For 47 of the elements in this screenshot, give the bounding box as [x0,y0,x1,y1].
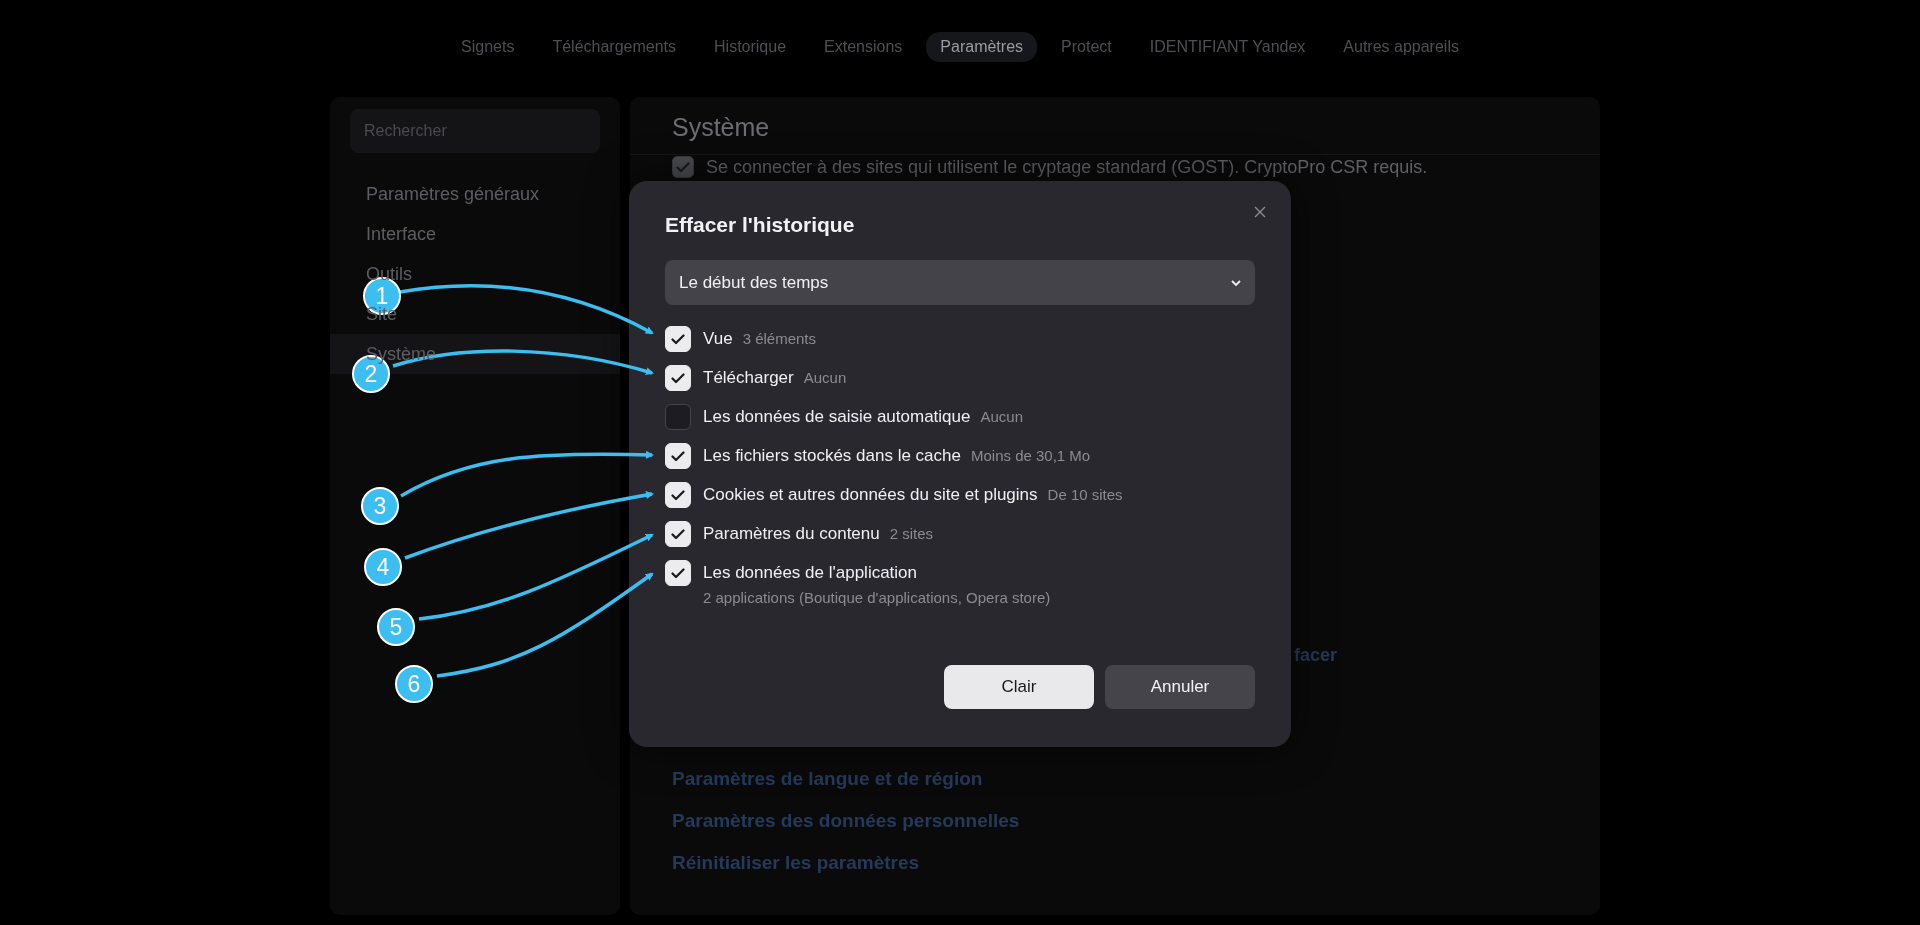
nav-tab[interactable]: Autres appareils [1329,32,1473,62]
dialog-title: Effacer l'historique [665,213,856,237]
option-detail: Aucun [980,408,1023,425]
nav-tab[interactable]: IDENTIFIANT Yandex [1135,32,1320,62]
check-icon [671,450,685,462]
check-icon [671,372,685,384]
option-label: Les données de l'application [703,563,918,583]
nav-tab[interactable]: Extensions [810,32,917,62]
nav-tab[interactable]: Historique [700,32,801,62]
option-label: Se connecter à des sites qui utilisent le cryptage standard (GOST). CryptoPro CSR requis. [706,156,1428,178]
check-icon [676,161,690,173]
checkbox[interactable] [672,156,694,178]
sidebar-item[interactable]: Paramètres généraux [366,183,540,205]
nav-tab[interactable]: Protect [1047,32,1126,62]
check-icon [671,528,685,540]
option-label: Les données de saisie automatique [703,407,971,427]
search-field[interactable]: Rechercher [350,109,600,153]
option-label: Cookies et autres données du site et plugins [703,485,1038,505]
section-title: Système [630,97,1600,155]
check-icon [671,489,685,501]
option-label: Paramètres du contenu [703,524,880,544]
cancel-button[interactable]: Annuler [1105,665,1255,709]
nav-tab[interactable]: Téléchargements [538,32,691,62]
option-label: Les fichiers stockés dans le cache [703,446,961,466]
option-label: Vue [703,329,733,349]
check-icon [671,567,685,579]
option-label: Télécharger [703,368,794,388]
clear-button[interactable]: Clair [944,665,1094,709]
settings-link[interactable]: Réinitialiser les paramètres [672,852,1600,874]
option-detail: 2 applications (Boutique d'applications, Opera store) [703,589,1051,606]
nav-tab[interactable]: Signets [447,32,529,62]
sidebar-item[interactable]: Outils [366,263,412,285]
option-detail: Aucun [803,369,847,386]
option-detail: 3 éléments [742,330,816,347]
link-fragment[interactable]: facer [1293,645,1337,666]
option-detail: 2 sites [889,525,934,542]
option-detail: Moins de 30,1 Mo [970,447,1091,464]
settings-link[interactable]: Paramètres de langue et de région [672,768,1600,790]
checkbox[interactable] [665,404,691,430]
option-detail: De 10 sites [1047,486,1123,503]
close-icon [1254,206,1266,218]
check-icon [671,333,685,345]
sidebar-item[interactable]: Interface [366,223,437,245]
chevron-down-icon [1231,279,1241,286]
period-dropdown[interactable]: Le début des temps [665,260,1255,305]
settings-link[interactable]: Paramètres des données personnelles [672,810,1600,832]
nav-tab[interactable]: Paramètres [926,32,1038,62]
